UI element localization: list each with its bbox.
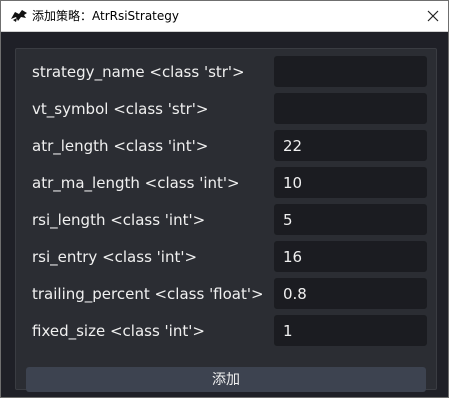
field-label-vt-symbol: vt_symbol <class 'str'> xyxy=(32,100,209,118)
field-label-fixed-size: fixed_size <class 'int'> xyxy=(32,322,205,340)
dialog-window: 添加策略：AtrRsiStrategy strategy_name <class… xyxy=(0,0,449,398)
app-logo-icon xyxy=(10,8,28,24)
field-label-atr-ma-length: atr_ma_length <class 'int'> xyxy=(32,174,240,192)
title-bar: 添加策略：AtrRsiStrategy xyxy=(1,1,448,32)
atr-ma-length-input[interactable] xyxy=(274,167,427,198)
field-label-rsi-length: rsi_length <class 'int'> xyxy=(32,211,206,229)
close-button[interactable] xyxy=(418,1,448,31)
window-title: 添加策略：AtrRsiStrategy xyxy=(32,9,179,23)
strategy-name-input[interactable] xyxy=(274,56,427,87)
form-row-vt-symbol: vt_symbol <class 'str'> xyxy=(16,93,436,126)
fixed-size-input[interactable] xyxy=(274,315,427,346)
dialog-body: strategy_name <class 'str'> vt_symbol <c… xyxy=(1,32,448,397)
form-row-atr-ma-length: atr_ma_length <class 'int'> xyxy=(16,167,436,200)
rsi-length-input[interactable] xyxy=(274,204,427,235)
form-row-strategy-name: strategy_name <class 'str'> xyxy=(16,56,436,89)
close-icon xyxy=(427,7,439,26)
form-panel: strategy_name <class 'str'> vt_symbol <c… xyxy=(15,48,437,392)
rsi-entry-input[interactable] xyxy=(274,241,427,272)
vt-symbol-input[interactable] xyxy=(274,93,427,124)
field-label-rsi-entry: rsi_entry <class 'int'> xyxy=(32,248,198,266)
form-row-rsi-entry: rsi_entry <class 'int'> xyxy=(16,241,436,274)
trailing-percent-input[interactable] xyxy=(274,278,427,309)
form-row-atr-length: atr_length <class 'int'> xyxy=(16,130,436,163)
form-row-fixed-size: fixed_size <class 'int'> xyxy=(16,315,436,348)
form-row-rsi-length: rsi_length <class 'int'> xyxy=(16,204,436,237)
field-label-strategy-name: strategy_name <class 'str'> xyxy=(32,63,245,81)
atr-length-input[interactable] xyxy=(274,130,427,161)
field-label-atr-length: atr_length <class 'int'> xyxy=(32,137,209,155)
form-row-trailing-percent: trailing_percent <class 'float'> xyxy=(16,278,436,311)
field-label-trailing-percent: trailing_percent <class 'float'> xyxy=(32,285,264,303)
add-strategy-button[interactable]: 添加 xyxy=(26,367,426,392)
